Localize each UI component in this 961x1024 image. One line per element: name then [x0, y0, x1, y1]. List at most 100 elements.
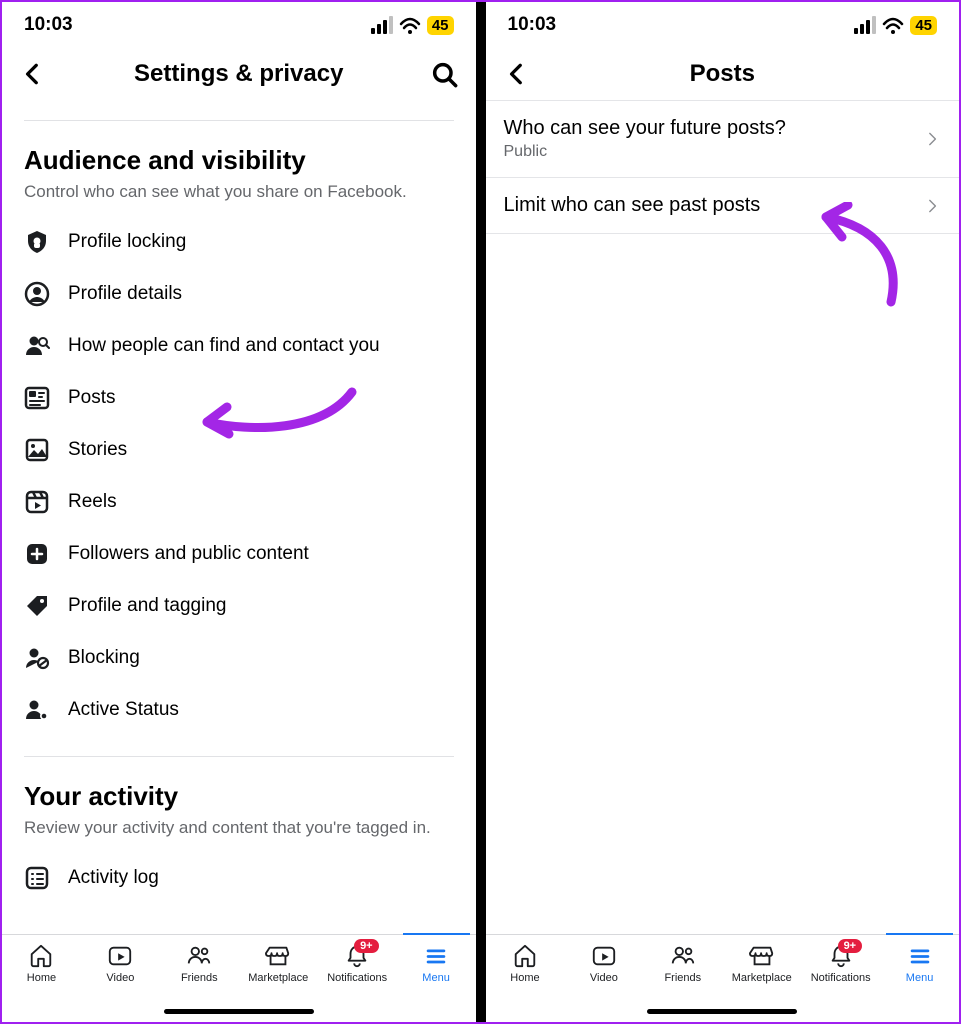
bottom-nav: Home Video Friends Marketplace 9+Notific… [486, 934, 960, 1022]
cellular-icon [854, 16, 876, 34]
row-profile-locking[interactable]: Profile locking [24, 216, 454, 268]
stories-icon [24, 437, 50, 463]
marketplace-icon [749, 943, 775, 969]
nav-video[interactable]: Video [81, 943, 160, 984]
row-label: Posts [68, 387, 116, 409]
row-label: Profile and tagging [68, 595, 226, 617]
video-icon [591, 943, 617, 969]
section-audience-subtitle: Control who can see what you share on Fa… [24, 182, 454, 202]
row-stories[interactable]: Stories [24, 424, 454, 476]
home-indicator [164, 1009, 314, 1014]
blocking-icon [24, 645, 50, 671]
header-title: Posts [486, 60, 960, 88]
notification-badge: 9+ [838, 939, 863, 953]
cellular-icon [371, 16, 393, 34]
section-activity-title: Your activity [24, 781, 454, 812]
home-icon [512, 943, 538, 969]
row-label: Stories [68, 439, 127, 461]
status-bar: 10:03 45 [2, 2, 476, 48]
settings-content: Audience and visibility Control who can … [2, 100, 476, 934]
video-icon [107, 943, 133, 969]
battery-badge: 45 [910, 16, 937, 35]
row-find-contact[interactable]: How people can find and contact you [24, 320, 454, 372]
nav-label: Friends [181, 972, 218, 984]
row-label: How people can find and contact you [68, 335, 380, 357]
status-time: 10:03 [24, 14, 73, 36]
active-status-icon [24, 697, 50, 723]
home-icon [28, 943, 54, 969]
notification-badge: 9+ [354, 939, 379, 953]
row-label: Profile details [68, 283, 182, 305]
nav-friends[interactable]: Friends [160, 943, 239, 984]
nav-marketplace[interactable]: Marketplace [722, 943, 801, 984]
nav-label: Menu [422, 972, 450, 984]
back-button[interactable] [20, 61, 46, 87]
row-label: Profile locking [68, 231, 186, 253]
nav-notifications[interactable]: 9+Notifications [801, 943, 880, 984]
wifi-icon [399, 16, 421, 34]
row-label: Followers and public content [68, 543, 309, 565]
nav-marketplace[interactable]: Marketplace [239, 943, 318, 984]
nav-label: Video [106, 972, 134, 984]
row-followers[interactable]: Followers and public content [24, 528, 454, 580]
right-screen: 10:03 45 Posts Who can see your future p… [486, 2, 960, 1022]
chevron-right-icon [927, 199, 941, 213]
row-blocking[interactable]: Blocking [24, 632, 454, 684]
row-posts[interactable]: Posts [24, 372, 454, 424]
section-audience-title: Audience and visibility [24, 145, 454, 176]
followers-icon [24, 541, 50, 567]
battery-badge: 45 [427, 16, 454, 35]
shield-lock-icon [24, 229, 50, 255]
friends-icon [186, 943, 212, 969]
tag-icon [24, 593, 50, 619]
header-title: Settings & privacy [2, 60, 476, 88]
back-button[interactable] [504, 61, 530, 87]
nav-label: Notifications [811, 972, 871, 984]
screenshot-divider [476, 2, 486, 1022]
person-search-icon [24, 333, 50, 359]
left-screen: 10:03 45 Settings & privacy Audience and… [2, 2, 476, 1022]
nav-menu[interactable]: Menu [397, 943, 476, 984]
row-label: Blocking [68, 647, 140, 669]
row-label: Active Status [68, 699, 179, 721]
nav-home[interactable]: Home [486, 943, 565, 984]
wifi-icon [882, 16, 904, 34]
marketplace-icon [265, 943, 291, 969]
activity-log-icon [24, 865, 50, 891]
bottom-nav: Home Video Friends Marketplace 9+Notific… [2, 934, 476, 1022]
row-future-posts[interactable]: Who can see your future posts? Public [486, 101, 960, 178]
friends-icon [670, 943, 696, 969]
posts-content: Who can see your future posts? Public Li… [486, 100, 960, 934]
status-time: 10:03 [508, 14, 557, 36]
nav-label: Notifications [327, 972, 387, 984]
header: Posts [486, 48, 960, 100]
profile-icon [24, 281, 50, 307]
nav-home[interactable]: Home [2, 943, 81, 984]
search-button[interactable] [430, 60, 458, 88]
row-active-status[interactable]: Active Status [24, 684, 454, 736]
row-title: Limit who can see past posts [504, 194, 761, 217]
nav-label: Friends [664, 972, 701, 984]
divider [24, 756, 454, 757]
row-title: Who can see your future posts? [504, 117, 786, 140]
home-indicator [647, 1009, 797, 1014]
nav-notifications[interactable]: 9+Notifications [318, 943, 397, 984]
row-limit-past-posts[interactable]: Limit who can see past posts [486, 178, 960, 234]
row-profile-details[interactable]: Profile details [24, 268, 454, 320]
row-activity-log[interactable]: Activity log [24, 852, 454, 904]
chevron-right-icon [927, 132, 941, 146]
row-reels[interactable]: Reels [24, 476, 454, 528]
nav-label: Menu [906, 972, 934, 984]
nav-friends[interactable]: Friends [643, 943, 722, 984]
nav-video[interactable]: Video [564, 943, 643, 984]
posts-icon [24, 385, 50, 411]
nav-label: Home [27, 972, 56, 984]
menu-icon [907, 943, 933, 969]
reels-icon [24, 489, 50, 515]
nav-label: Marketplace [732, 972, 792, 984]
nav-label: Marketplace [248, 972, 308, 984]
divider [24, 120, 454, 121]
row-subtitle: Public [504, 143, 786, 161]
nav-menu[interactable]: Menu [880, 943, 959, 984]
row-profile-tagging[interactable]: Profile and tagging [24, 580, 454, 632]
